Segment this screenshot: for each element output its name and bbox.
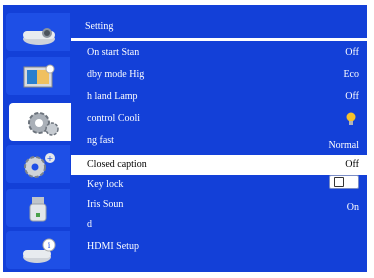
menu-window: + i Setting On start Stan Off dby mode H… [3, 5, 367, 272]
menu-row-lamp-control[interactable]: control Cooli [71, 109, 367, 129]
usb-drive-icon [29, 197, 47, 222]
menu-row-value: On [346, 202, 359, 213]
sidebar-item-information[interactable]: i [6, 231, 70, 269]
menu-row-label: h land Lamp [87, 91, 138, 102]
sidebar-item-picture[interactable] [6, 57, 70, 95]
menu-row-label: ng fast [87, 135, 114, 146]
lamp-bulb-icon [346, 112, 356, 125]
menu-row-label: Closed caption [87, 159, 147, 170]
menu-row-value: Eco [343, 69, 359, 80]
menu-row-label: dby mode Hig [87, 69, 145, 80]
page-title: Setting [85, 21, 114, 32]
svg-text:i: i [48, 241, 51, 250]
menu-row-label: Key lock [87, 179, 124, 190]
menu-row-cooling-fast[interactable]: ng fast Normal [71, 131, 367, 151]
menu-row-value: Off [345, 159, 359, 170]
sidebar-item-display[interactable] [6, 13, 70, 51]
menu-row-closed-caption[interactable]: Closed caption Off [71, 155, 367, 175]
menu-row-on-start[interactable]: On start Stan Off [71, 43, 367, 63]
picture-icon [23, 64, 55, 88]
settings-panel: Setting On start Stan Off dby mode Hig E… [71, 5, 367, 272]
menu-row-d[interactable]: d [71, 215, 367, 235]
sidebar-item-advanced[interactable]: + [6, 145, 70, 183]
menu-row-iris-sound[interactable]: Iris Soun On [71, 195, 367, 215]
settings-gear-icon [28, 112, 59, 136]
menu-row-value: Off [345, 47, 359, 58]
info-icon: i [23, 238, 56, 263]
sidebar-item-setting[interactable] [9, 103, 71, 141]
menu-row-label: HDMI Setup [87, 241, 139, 252]
menu-row-standby-mode[interactable]: dby mode Hig Eco [71, 65, 367, 85]
advanced-gears-icon: + [24, 153, 55, 178]
menu-row-label: On start Stan [87, 47, 140, 58]
menu-row-label: control Cooli [87, 113, 141, 124]
menu-row-label: Iris Soun [87, 199, 124, 210]
svg-text:+: + [47, 154, 54, 163]
menu-row-label: d [87, 219, 92, 230]
menu-row-hdmi-setup[interactable]: HDMI Setup [71, 237, 367, 257]
menu-row-key-lock[interactable]: Key lock [71, 175, 367, 195]
sidebar-item-memory[interactable] [6, 189, 70, 227]
menu-row-value: Normal [328, 140, 359, 151]
sidebar: + i [3, 5, 71, 272]
lock-icon [334, 177, 344, 187]
menu-row-value: Off [345, 91, 359, 102]
menu-row-high-land[interactable]: h land Lamp Off [71, 87, 367, 107]
projector-icon [23, 28, 55, 45]
key-lock-indicator [329, 175, 359, 189]
title-divider [71, 38, 367, 41]
